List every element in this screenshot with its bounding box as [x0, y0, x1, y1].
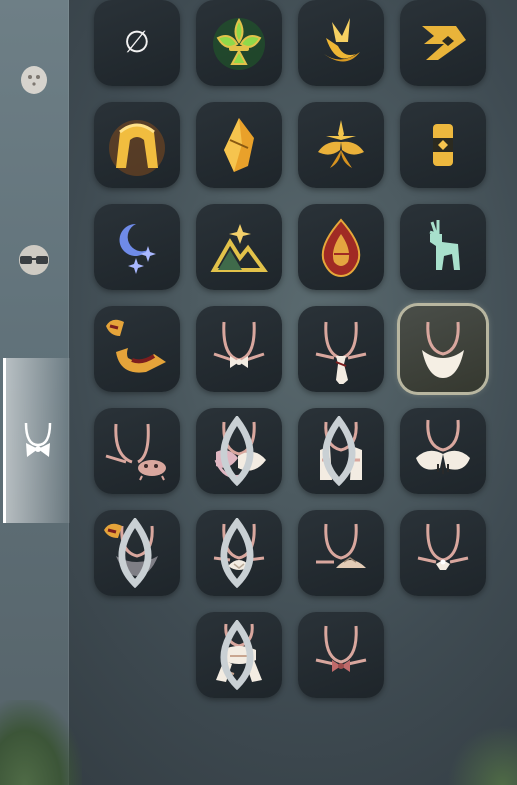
- cosmetic-slot-gold-arch[interactable]: [94, 102, 180, 188]
- necklace-bow-icon: [24, 422, 52, 457]
- cosmetic-slot-none[interactable]: ∅: [94, 0, 180, 86]
- cosmetic-slot-green-fleur[interactable]: [196, 0, 282, 86]
- droplet-icon: [220, 620, 254, 690]
- cosmetic-slot-necklace-horn-bib[interactable]: [94, 510, 180, 596]
- cosmetic-slot-gold-lantern[interactable]: [400, 102, 486, 188]
- cosmetic-slot-gold-mountain[interactable]: [196, 204, 282, 290]
- droplet-icon: [118, 518, 152, 588]
- cosmetic-slot-gold-wings[interactable]: [298, 102, 384, 188]
- cosmetic-slot-necklace-bow[interactable]: [196, 306, 282, 392]
- cosmetic-slot-gold-crystal[interactable]: [196, 102, 282, 188]
- cosmetic-slot-necklace-bib[interactable]: [400, 306, 486, 392]
- necklace-turtle-icon: [316, 523, 366, 568]
- necklace-red-bow-icon: [315, 625, 367, 672]
- gold-bird-icon: [324, 18, 360, 62]
- cosmetic-slot-gold-bird[interactable]: [298, 0, 384, 86]
- gold-lantern-icon: [433, 124, 453, 166]
- necklace-tie-icon: [315, 321, 367, 384]
- cosmetic-slot-blue-moon[interactable]: [94, 204, 180, 290]
- necklace-bib-icon: [422, 321, 464, 378]
- necklace-crab-icon: [105, 423, 166, 481]
- cosmetic-slot-necklace-turtle[interactable]: [298, 510, 384, 596]
- droplet-icon: [322, 416, 356, 486]
- gold-crystal-icon: [224, 118, 254, 172]
- cosmetic-slot-necklace-flower[interactable]: [196, 408, 282, 494]
- cosmetic-slot-red-flame[interactable]: [298, 204, 384, 290]
- gold-arrow-icon: [422, 26, 466, 60]
- cosmetic-slot-teal-deer[interactable]: [400, 204, 486, 290]
- sidebar-item-mask[interactable]: [0, 48, 68, 112]
- cosmetic-slot-necklace-scarf[interactable]: [196, 612, 282, 698]
- glasses-icon: [19, 245, 49, 275]
- sidebar-item-necklace[interactable]: [3, 358, 70, 523]
- mask-icon: [21, 66, 47, 94]
- grass-decoration-right: [447, 725, 517, 785]
- green-fleur-icon: [213, 18, 265, 70]
- grass-decoration: [0, 700, 82, 785]
- none-icon: ∅: [123, 25, 151, 60]
- cosmetic-slot-necklace-shell[interactable]: [196, 510, 282, 596]
- droplet-icon: [220, 518, 254, 588]
- cosmetic-slot-necklace-tie[interactable]: [298, 306, 384, 392]
- red-horn-icon: [106, 319, 166, 373]
- sidebar-item-glasses[interactable]: [0, 228, 68, 292]
- gold-mountain-icon: [210, 224, 268, 272]
- necklace-pearl-icon: [417, 523, 469, 570]
- cosmetic-slot-necklace-red-bow[interactable]: [298, 612, 384, 698]
- cosmetic-slot-necklace-cape[interactable]: [298, 408, 384, 494]
- necklace-wing-collar-icon: [416, 419, 470, 474]
- blue-moon-icon: [119, 223, 156, 274]
- gold-wings-icon: [318, 120, 364, 168]
- gold-arch-icon: [109, 120, 165, 176]
- cosmetic-slot-red-horn[interactable]: [94, 306, 180, 392]
- droplet-icon: [220, 416, 254, 486]
- cosmetic-slot-necklace-pearl[interactable]: [400, 510, 486, 596]
- cosmetic-slot-necklace-crab[interactable]: [94, 408, 180, 494]
- red-flame-icon: [321, 218, 361, 278]
- necklace-bow-icon: [213, 321, 265, 368]
- cosmetic-slot-necklace-wing-collar[interactable]: [400, 408, 486, 494]
- sidebar: [0, 0, 82, 785]
- cosmetic-slot-gold-arrow[interactable]: [400, 0, 486, 86]
- teal-deer-icon: [429, 220, 460, 270]
